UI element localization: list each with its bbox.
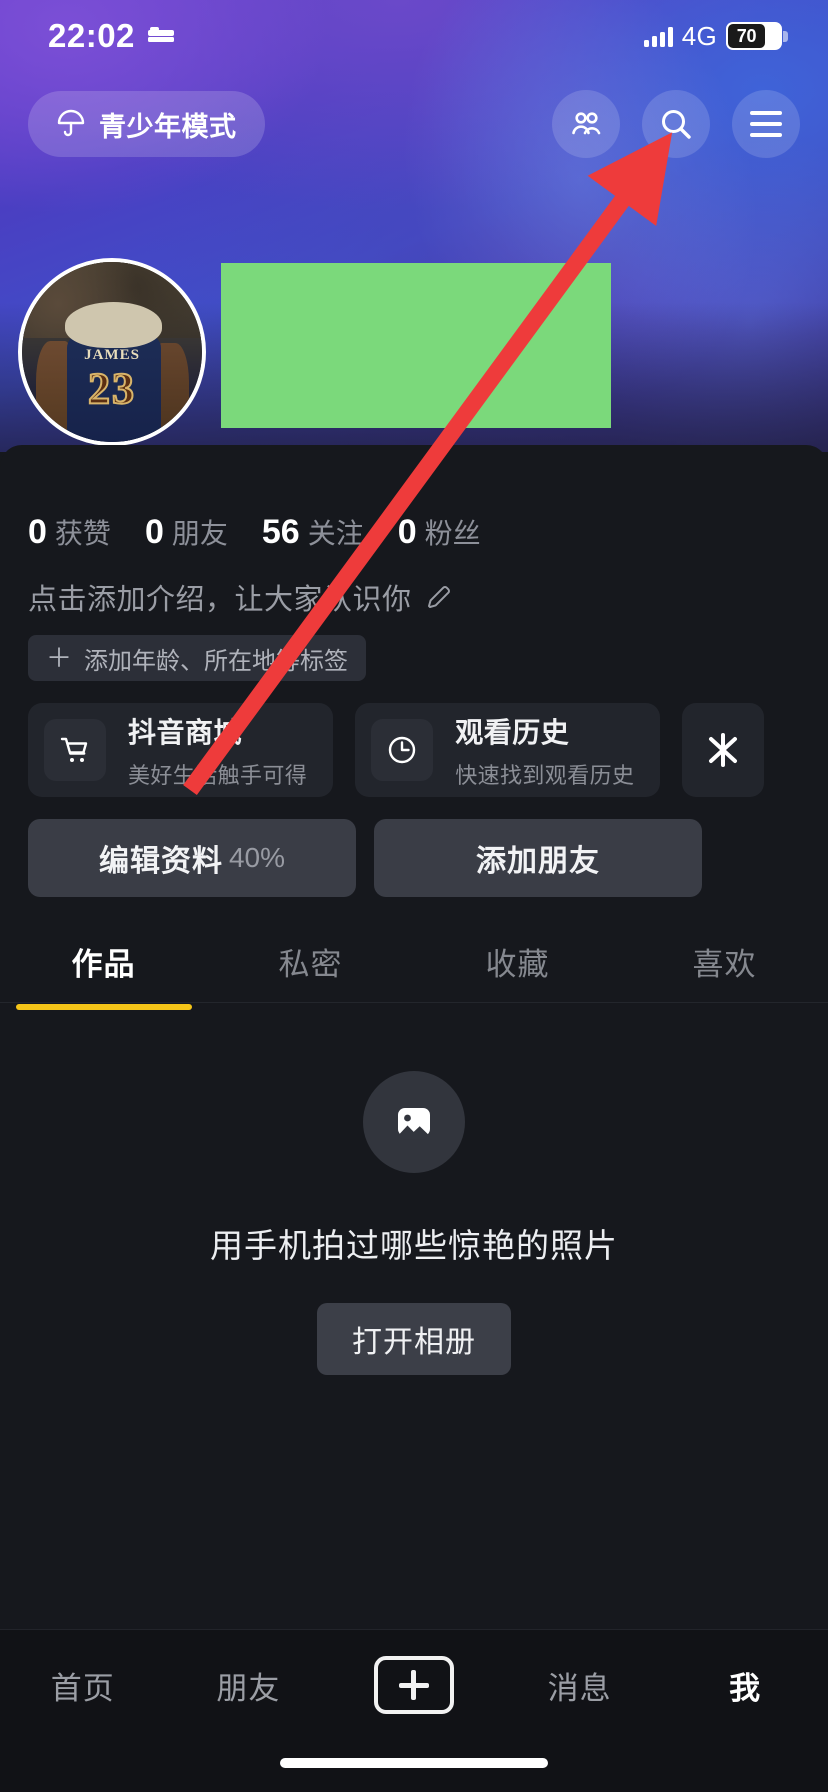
nav-item-create[interactable] — [331, 1656, 497, 1714]
edit-profile-percent: 40% — [228, 842, 286, 873]
status-bar-clock: 22:02 — [48, 17, 135, 54]
clock-icon — [371, 719, 434, 781]
stat-likes[interactable]: 0 获赞 — [28, 512, 111, 552]
stat-label: 朋友 — [171, 518, 228, 549]
profile-stats: 0 获赞 0 朋友 56 关注 0 粉丝 — [28, 512, 481, 552]
service-card-subtitle: 快速找到观看历史 — [455, 762, 635, 788]
open-album-button[interactable]: 打开相册 — [317, 1303, 511, 1375]
status-bar-left: 22:02 — [48, 17, 176, 55]
add-tags-label: 添加年龄、所在地等标签 — [84, 647, 349, 675]
status-bar-right: 4G 70 — [643, 20, 788, 52]
image-placeholder-icon — [363, 1071, 465, 1173]
profile-header-bar: 青少年模式 — [0, 88, 828, 160]
stat-value: 0 — [397, 513, 417, 551]
add-friend-label: 添加朋友 — [476, 845, 600, 878]
service-card-title: 抖音商城 — [128, 716, 243, 748]
add-friend-button[interactable]: 添加朋友 — [374, 819, 702, 897]
edit-profile-label: 编辑资料 — [98, 845, 223, 878]
nav-item-me[interactable]: 我 — [662, 1663, 828, 1708]
service-card-subtitle: 美好生活触手可得 — [128, 762, 308, 788]
stat-followers[interactable]: 0 粉丝 — [398, 512, 481, 552]
menu-button[interactable] — [732, 90, 800, 158]
bottom-nav-bar: 首页 朋友 消息 我 — [0, 1629, 828, 1792]
tab-works[interactable]: 作品 — [0, 939, 207, 984]
tab-private[interactable]: 私密 — [207, 939, 414, 984]
network-type-label: 4G — [681, 20, 717, 51]
stat-label: 关注 — [307, 518, 364, 549]
service-card-partial[interactable] — [682, 703, 765, 797]
service-card-history[interactable]: 观看历史 快速找到观看历史 — [355, 703, 661, 797]
avatar-jersey-name: JAMES — [84, 346, 140, 363]
avatar[interactable]: JAMES 23 — [18, 258, 206, 446]
teen-mode-button[interactable]: 青少年模式 — [28, 91, 265, 157]
bio-placeholder-text: 点击添加介绍，让大家认识你 — [28, 584, 412, 616]
stat-value: 0 — [144, 513, 164, 551]
stat-value: 56 — [261, 513, 300, 551]
tab-liked[interactable]: 喜欢 — [621, 939, 828, 984]
signal-bars-icon — [643, 26, 673, 47]
empty-state-text: 用手机拍过哪些惊艳的照片 — [210, 1227, 618, 1264]
username-redaction-overlay — [221, 263, 611, 428]
bed-icon — [147, 27, 174, 42]
nav-item-home[interactable]: 首页 — [0, 1663, 166, 1708]
status-bar: 22:02 4G 70 — [0, 0, 828, 72]
nav-item-friends[interactable]: 朋友 — [166, 1663, 332, 1708]
bottom-nav-items: 首页 朋友 消息 我 — [0, 1630, 828, 1740]
hamburger-menu-icon — [750, 111, 782, 137]
battery-indicator: 70 — [726, 22, 788, 50]
teen-mode-label: 青少年模式 — [99, 111, 237, 142]
stat-friends[interactable]: 0 朋友 — [145, 512, 228, 552]
header-actions — [552, 90, 800, 158]
profile-actions: 编辑资料 40% 添加朋友 — [28, 819, 702, 897]
avatar-image: JAMES 23 — [22, 262, 202, 442]
shopping-cart-icon — [44, 719, 106, 781]
search-button[interactable] — [642, 90, 710, 158]
pencil-icon — [427, 586, 450, 608]
service-card-mall[interactable]: 抖音商城 美好生活触手可得 — [28, 703, 334, 797]
empty-state: 用手机拍过哪些惊艳的照片 打开相册 — [0, 1005, 828, 1375]
home-indicator — [280, 1758, 548, 1768]
battery-percent-label: 70 — [736, 25, 757, 46]
tab-favorites[interactable]: 收藏 — [414, 939, 621, 984]
search-icon — [662, 110, 691, 139]
stat-following[interactable]: 56 关注 — [262, 512, 364, 552]
douyin-spark-icon — [709, 733, 738, 767]
bio-row[interactable]: 点击添加介绍，让大家认识你 — [28, 576, 454, 618]
friends-button[interactable] — [552, 90, 620, 158]
profile-sheet: 0 获赞 0 朋友 56 关注 0 粉丝 点击添加介绍，让大家认识你 ＋ 添加年… — [0, 445, 828, 1629]
add-tags-chip[interactable]: ＋ 添加年龄、所在地等标签 — [28, 635, 367, 681]
stat-label: 粉丝 — [424, 518, 481, 549]
plus-icon: ＋ — [46, 643, 73, 673]
stat-value: 0 — [28, 513, 47, 551]
service-card-title: 观看历史 — [455, 716, 570, 748]
tabs-divider — [0, 1002, 828, 1003]
content-tabs: 作品 私密 收藏 喜欢 — [0, 920, 828, 1002]
stat-label: 获赞 — [54, 518, 111, 549]
service-cards-row: 抖音商城 美好生活触手可得 观看历史 快速找到观看历史 — [28, 703, 828, 797]
plus-icon — [373, 1656, 454, 1714]
friends-icon — [572, 112, 601, 135]
nav-item-messages[interactable]: 消息 — [497, 1663, 663, 1708]
edit-profile-button[interactable]: 编辑资料 40% — [28, 819, 356, 897]
avatar-jersey-number: 23 — [87, 363, 136, 414]
umbrella-icon — [57, 109, 85, 137]
